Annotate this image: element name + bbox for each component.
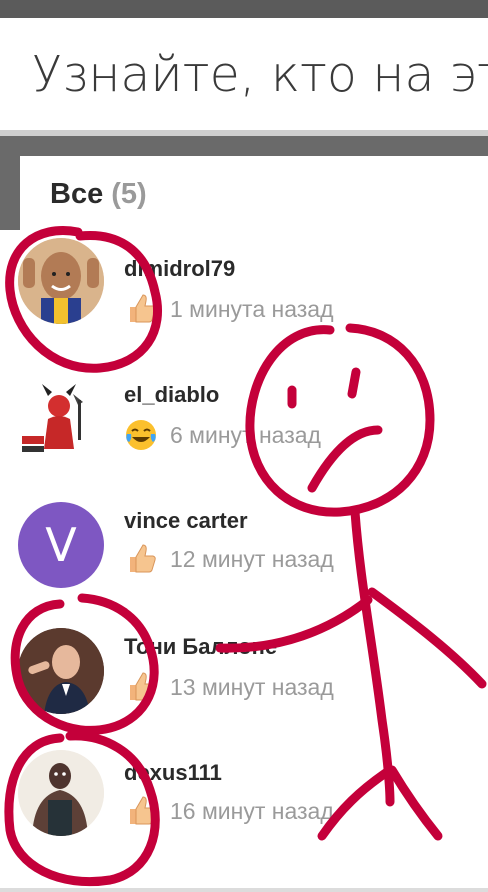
tab-all-label: Все bbox=[50, 178, 104, 210]
thumbs-up-icon bbox=[130, 294, 156, 323]
username[interactable]: el_diablo bbox=[124, 382, 219, 408]
list-item[interactable]: Тони Баллоне 13 минут назад bbox=[0, 606, 488, 732]
list-item[interactable]: dexus111 16 минут назад bbox=[0, 732, 488, 858]
reaction-time: 13 минут назад bbox=[170, 673, 334, 700]
tab-all[interactable]: Все (5) bbox=[50, 178, 147, 211]
bottom-divider bbox=[0, 888, 488, 892]
reaction-time: 12 минут назад bbox=[170, 545, 334, 572]
avatar[interactable] bbox=[18, 750, 104, 836]
reaction-time: 16 минут назад bbox=[170, 797, 334, 824]
thumbs-up-icon bbox=[130, 544, 156, 573]
thumbs-up-icon bbox=[130, 796, 156, 825]
avatar[interactable] bbox=[18, 374, 104, 460]
header-divider bbox=[0, 130, 488, 156]
username[interactable]: vince carter bbox=[124, 508, 248, 534]
username[interactable]: dexus111 bbox=[124, 760, 222, 786]
reaction-meta: 12 минут назад bbox=[124, 542, 334, 576]
tears-of-joy-icon bbox=[126, 420, 156, 450]
reaction-meta: 1 минута назад bbox=[124, 292, 334, 326]
reaction-meta: 6 минут назад bbox=[124, 418, 321, 452]
tab-all-count: (5) bbox=[111, 178, 147, 210]
avatar-letter: V bbox=[45, 518, 77, 572]
thumbs-up-icon bbox=[130, 672, 156, 701]
username[interactable]: dimidrol79 bbox=[124, 256, 235, 282]
reaction-meta: 16 минут назад bbox=[124, 794, 334, 828]
left-strip bbox=[0, 156, 20, 230]
page-title: Узнайте, кто на это bbox=[32, 46, 488, 103]
username[interactable]: Тони Баллоне bbox=[124, 634, 277, 660]
avatar[interactable] bbox=[18, 628, 104, 714]
reaction-time: 1 минута назад bbox=[170, 295, 334, 322]
reaction-meta: 13 минут назад bbox=[124, 670, 334, 704]
top-bar bbox=[0, 0, 488, 18]
header: Узнайте, кто на это bbox=[0, 18, 488, 130]
list-item[interactable]: el_diablo 6 минут назад bbox=[0, 354, 488, 480]
list-item[interactable]: dimidrol79 1 минута назад bbox=[0, 228, 488, 354]
reaction-time: 6 минут назад bbox=[170, 421, 321, 448]
avatar[interactable]: V bbox=[18, 502, 104, 588]
list-item[interactable]: V vince carter 12 минут назад bbox=[0, 480, 488, 606]
avatar[interactable] bbox=[18, 238, 104, 324]
